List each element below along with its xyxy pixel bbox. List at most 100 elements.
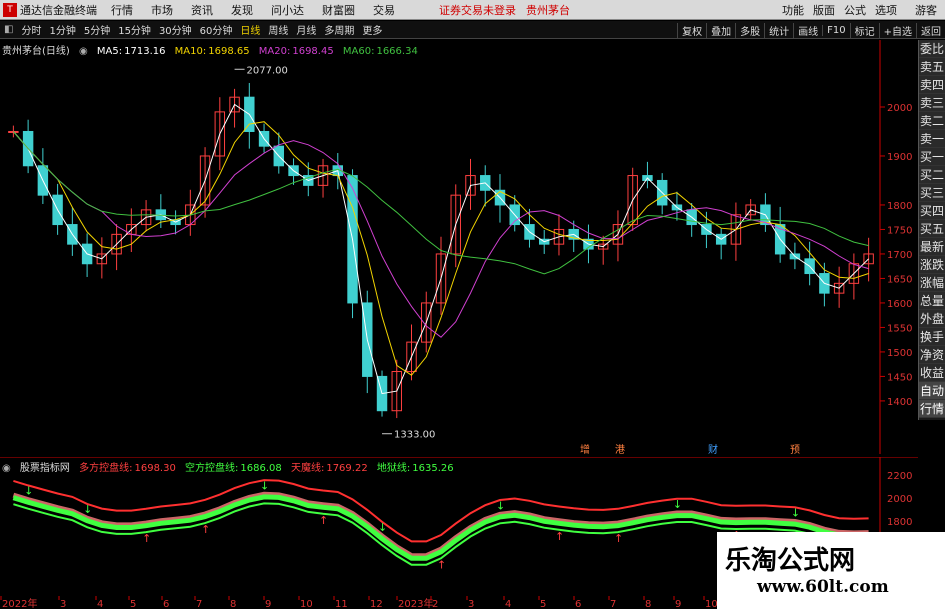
watermark-url: www.60lt.com [757, 577, 889, 597]
sell-arrow-icon: ↓ [24, 485, 33, 498]
menu-quotes[interactable]: 行情 [111, 2, 133, 18]
ma5-value: 1713.16 [124, 46, 166, 57]
tool-multi-stock[interactable]: 多股 [735, 22, 764, 38]
tool-stats[interactable]: 统计 [764, 22, 793, 38]
period-5min[interactable]: 5分钟 [80, 22, 114, 37]
indicator-title: 股票指标网 [19, 463, 70, 474]
date-tick-label: 5 [130, 599, 136, 609]
side-tab-ask2[interactable]: 卖二 [919, 112, 945, 130]
sell-arrow-icon: ↓ [260, 479, 269, 492]
date-tick-label: 12 [370, 599, 383, 609]
ma10-label: MA10: [174, 46, 207, 57]
tool-f10[interactable]: F10 [822, 24, 849, 36]
bull-line-label: 多方控盘线: [79, 463, 133, 474]
side-tab-ask1[interactable]: 卖一 [919, 130, 945, 148]
side-tab-bid2[interactable]: 买二 [919, 166, 945, 184]
side-tab-quotes[interactable]: 行情 [919, 400, 945, 418]
date-tick-label: 9 [265, 599, 271, 609]
period-weekly[interactable]: 周线 [264, 22, 292, 37]
date-tick-label: 7 [196, 599, 202, 609]
indicator-y-tick: 2200 [887, 471, 912, 482]
chart-toolbar: 复权 叠加 多股 统计 画线 F10 标记 +自选 返回 [677, 21, 945, 39]
menu-news[interactable]: 资讯 [191, 2, 213, 18]
side-tab-change[interactable]: 涨跌 [919, 256, 945, 274]
legend-settings-icon[interactable]: ◉ [79, 46, 88, 57]
low-price-label: 1333.00 [394, 430, 435, 441]
date-tick-label: 8 [230, 599, 236, 609]
tool-mark[interactable]: 标记 [849, 22, 879, 38]
user-guest[interactable]: 游客 [915, 2, 937, 18]
period-more[interactable]: 更多 [358, 22, 386, 37]
candlestick-chart[interactable]: 2000 1900 1800 1750 1700 1650 1600 1550 1500 1450… [0, 40, 918, 454]
menu-formula[interactable]: 公式 [844, 2, 866, 18]
side-tab-ask3[interactable]: 卖三 [919, 94, 945, 112]
bear-line-label: 空方控盘线: [185, 463, 239, 474]
date-tick-label: 6 [163, 599, 169, 609]
y-tick-label: 1750 [887, 225, 912, 236]
tool-back[interactable]: 返回 [916, 22, 945, 38]
period-daily[interactable]: 日线 [236, 22, 264, 37]
indicator-settings-icon[interactable]: ◉ [2, 463, 11, 474]
menu-function[interactable]: 功能 [782, 2, 804, 18]
bear-line-value: 1686.08 [240, 463, 282, 474]
menu-trade[interactable]: 交易 [373, 2, 395, 18]
buy-arrow-icon: ↑ [555, 530, 564, 543]
y-tick-label: 1800 [887, 201, 912, 212]
indicator-y-tick: 1800 [887, 517, 912, 528]
side-tab-order-ratio[interactable]: 委比 [919, 40, 945, 58]
tool-draw[interactable]: 画线 [793, 22, 822, 38]
date-tick-label: 5 [540, 599, 546, 609]
y-tick-label: 1600 [887, 299, 912, 310]
period-tick[interactable]: 分时 [17, 22, 45, 37]
app-title: 通达信金融终端 [20, 3, 97, 17]
period-15min[interactable]: 15分钟 [114, 22, 155, 37]
date-tick-label: 4 [97, 599, 103, 609]
side-tab-bid3[interactable]: 买三 [919, 184, 945, 202]
main-chart-legend: 贵州茅台(日线) ◉ MA5: 1713.16 MA10: 1698.65 MA20… [2, 42, 424, 57]
period-1min[interactable]: 1分钟 [45, 22, 79, 37]
side-tab-bid1[interactable]: 买一 [919, 148, 945, 166]
sell-arrow-icon: ↓ [83, 503, 92, 516]
side-tab-net-assets[interactable]: 净资 [919, 346, 945, 364]
menu-layout[interactable]: 版面 [813, 2, 835, 18]
period-monthly[interactable]: 月线 [292, 22, 320, 37]
period-60min[interactable]: 60分钟 [196, 22, 237, 37]
login-warning[interactable]: 证券交易未登录 [439, 2, 516, 18]
side-tab-earnings[interactable]: 收益 [919, 364, 945, 382]
buy-arrow-icon: ↑ [201, 523, 210, 536]
side-tab-bid5[interactable]: 买五 [919, 220, 945, 238]
top-menu-bar: T 通达信金融终端 行情 市场 资讯 发现 问小达 财富圈 交易 证券交易未登录… [0, 0, 945, 20]
menu-ask-xiaoda[interactable]: 问小达 [271, 2, 304, 18]
side-tab-last[interactable]: 最新 [919, 238, 945, 256]
tool-add-watchlist[interactable]: +自选 [878, 22, 916, 38]
side-tab-turnover[interactable]: 换手 [919, 328, 945, 346]
tool-overlay[interactable]: 叠加 [706, 22, 735, 38]
date-tick-label: 6 [575, 599, 581, 609]
y-tick-label: 2000 [887, 103, 912, 114]
menu-wealth-circle[interactable]: 财富圈 [322, 2, 355, 18]
tool-adjust[interactable]: 复权 [677, 22, 706, 38]
menu-options[interactable]: 选项 [875, 2, 897, 18]
date-tick-label: 3 [468, 599, 474, 609]
side-tab-change-pct[interactable]: 涨幅 [919, 274, 945, 292]
menu-discover[interactable]: 发现 [231, 2, 253, 18]
current-stock-name: 贵州茅台 [526, 3, 570, 17]
menu-market[interactable]: 市场 [151, 2, 173, 18]
side-tab-volume[interactable]: 总量 [919, 292, 945, 310]
side-tab-bid4[interactable]: 买四 [919, 202, 945, 220]
quote-side-panel: 委比 卖五 卖四 卖三 卖二 卖一 买一 买二 买三 买四 买五 最新 涨跌 涨… [918, 40, 945, 420]
date-tick-label: 7 [610, 599, 616, 609]
side-tab-auto[interactable]: 自动 [919, 382, 945, 400]
side-tab-ask5[interactable]: 卖五 [919, 58, 945, 76]
top-right-menu: 功能 版面 公式 选项 游客 [773, 0, 945, 20]
high-price-label: 2077.00 [247, 65, 288, 76]
ma20-label: MA20: [258, 46, 291, 57]
period-multi[interactable]: 多周期 [320, 22, 358, 37]
date-tick-label: 11 [335, 599, 348, 609]
period-30min[interactable]: 30分钟 [155, 22, 196, 37]
side-tab-ask4[interactable]: 卖四 [919, 76, 945, 94]
hell-line-label: 地狱线: [376, 463, 411, 474]
event-marker: 港 [615, 444, 625, 454]
side-tab-outer[interactable]: 外盘 [919, 310, 945, 328]
panel-toggle-icon[interactable]: ◧ [0, 24, 17, 35]
